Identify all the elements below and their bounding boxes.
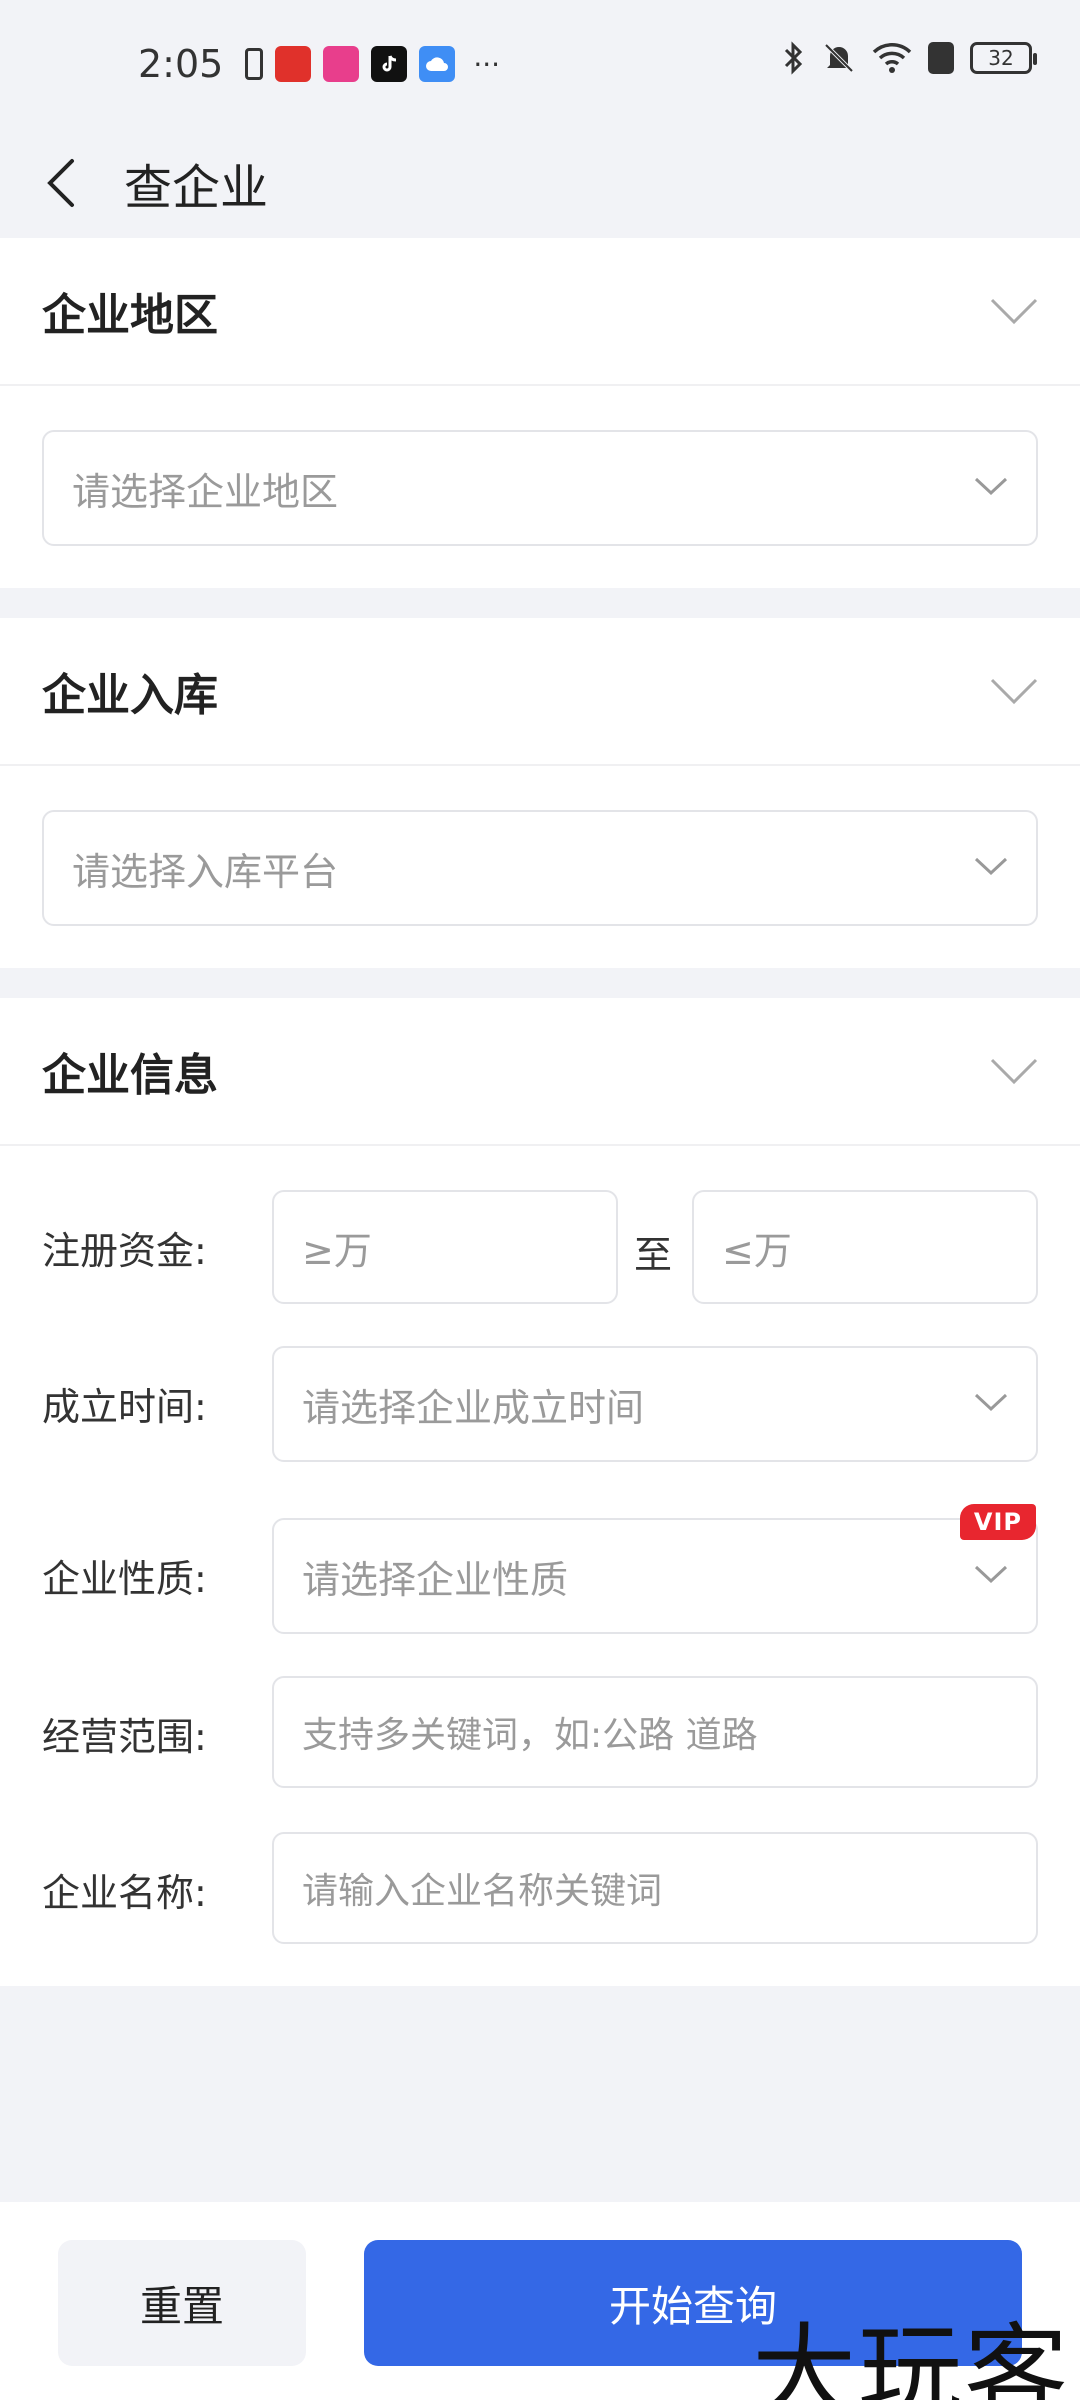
storage-section-header[interactable]: 企业入库 [0,618,1080,766]
region-select[interactable]: 请选择企业地区 [42,430,1038,546]
scope-placeholder: 支持多关键词，如:公路 道路 [302,1715,758,1756]
chevron-down-icon [990,667,1038,715]
chevron-down-icon [974,476,1008,500]
info-section-header[interactable]: 企业信息 [0,998,1080,1146]
scope-input[interactable]: 支持多关键词，如:公路 道路 [272,1676,1038,1788]
scope-label: 经营范围: [42,1714,207,1759]
more-notifications-icon: ··· [473,47,501,81]
cloud-app-icon [419,46,456,82]
info-section-title: 企业信息 [42,1050,218,1101]
storage-section: 企业入库 请选择入库平台 [0,618,1080,968]
wifi-icon [872,43,912,73]
chevron-down-icon [990,287,1038,335]
name-label: 企业名称: [42,1870,207,1915]
nature-select[interactable]: 请选择企业性质 VIP [272,1504,1038,1634]
battery-icon: 32 [970,42,1037,74]
top-bar: 查企业 [0,128,1080,238]
founded-label: 成立时间: [42,1384,207,1429]
nature-label: 企业性质: [42,1556,207,1601]
taobao-app-icon [275,46,312,82]
battery-alert-icon [245,48,264,80]
alert-icon [928,42,954,74]
mute-bell-icon [824,43,854,73]
status-bar: 2:05 ··· 32 [0,0,1080,128]
storage-section-title: 企业入库 [42,670,218,721]
capital-range-to: 至 [634,1233,673,1277]
name-input[interactable]: 请输入企业名称关键词 [272,1832,1038,1944]
chevron-down-icon [974,1564,1008,1588]
storage-platform-select[interactable]: 请选择入库平台 [42,810,1038,926]
watermark: 大玩客 [752,2312,1071,2400]
capital-max-input[interactable]: ≤万 [692,1190,1038,1304]
capital-label: 注册资金: [42,1228,207,1273]
region-section-header[interactable]: 企业地区 [0,238,1080,386]
vipshop-app-icon [323,46,360,82]
notification-icons: ··· [245,46,500,82]
vip-badge: VIP [959,1504,1036,1540]
founded-placeholder: 请选择企业成立时间 [302,1385,645,1430]
chevron-down-icon [974,856,1008,880]
storage-select-placeholder: 请选择入库平台 [72,849,339,894]
reset-button[interactable]: 重置 [58,2240,306,2366]
system-icons: 32 [782,40,1037,76]
chevron-down-icon [974,1392,1008,1416]
status-time: 2:05 [138,42,224,86]
capital-max-placeholder: ≤万 [722,1228,792,1273]
region-select-placeholder: 请选择企业地区 [72,469,339,514]
name-placeholder: 请输入企业名称关键词 [302,1871,663,1912]
region-section-title: 企业地区 [42,290,218,341]
region-section: 企业地区 请选择企业地区 [0,238,1080,588]
founded-time-select[interactable]: 请选择企业成立时间 [272,1346,1038,1462]
bluetooth-icon [784,41,803,75]
back-arrow-icon[interactable] [30,153,90,213]
chevron-down-icon [990,1047,1038,1095]
page-title: 查企业 [124,160,269,216]
tiktok-app-icon [371,46,408,82]
capital-min-input[interactable]: ≥万 [272,1190,618,1304]
info-section: 企业信息 注册资金: ≥万 至 ≤万 成立时间: 请选择企业成立时间 企业性质:… [0,998,1080,1986]
capital-min-placeholder: ≥万 [302,1228,372,1273]
nature-placeholder: 请选择企业性质 [302,1557,569,1602]
